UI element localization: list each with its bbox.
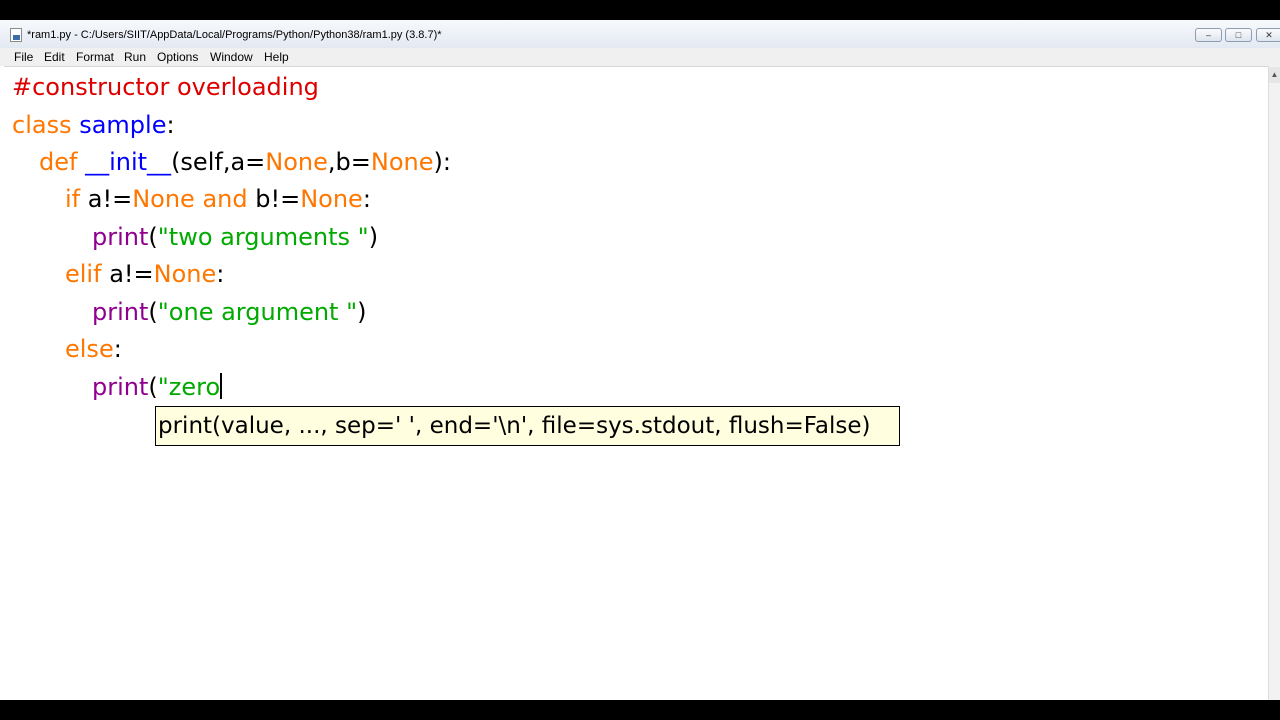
keyword-token: def <box>39 148 78 176</box>
punctuation-token: : <box>113 335 122 363</box>
punctuation-token: ( <box>148 223 158 251</box>
screen-top-bar <box>0 0 1280 20</box>
code-line-4: if a!=None and b!=None: <box>65 184 371 214</box>
string-token: "zero <box>157 373 221 401</box>
menu-edit[interactable]: Edit <box>44 50 65 64</box>
menu-bar: File Edit Format Run Options Window Help <box>0 48 1280 66</box>
menu-format[interactable]: Format <box>76 50 114 64</box>
menu-help[interactable]: Help <box>264 50 289 64</box>
keyword-token: else <box>65 335 114 363</box>
function-name-token: __init__ <box>85 148 172 176</box>
class-name-token: sample <box>79 111 167 139</box>
string-token: "two arguments " <box>157 223 369 251</box>
menu-file[interactable]: File <box>14 50 33 64</box>
window-title: *ram1.py - C:/Users/SIIT/AppData/Local/P… <box>27 29 442 41</box>
code-line-6: elif a!=None: <box>65 259 224 289</box>
code-line-5: print("two arguments ") <box>92 222 378 252</box>
none-token: None <box>132 185 195 213</box>
menu-options[interactable]: Options <box>157 50 198 64</box>
keyword-token: class <box>12 111 72 139</box>
code-line-8: else: <box>65 334 122 364</box>
scroll-up-arrow-icon[interactable]: ▲ <box>1269 67 1280 83</box>
code-line-7: print("one argument ") <box>92 297 367 327</box>
expr-token: a!= <box>80 185 133 213</box>
expr-token: b!= <box>247 185 301 213</box>
close-button[interactable]: ✕ <box>1256 28 1280 42</box>
params-token: (self,a= <box>171 148 266 176</box>
punctuation-token: ( <box>148 298 158 326</box>
punctuation-token: : <box>362 185 371 213</box>
none-token: None <box>153 260 217 288</box>
punctuation-token: : <box>166 111 175 139</box>
menu-window[interactable]: Window <box>210 50 253 64</box>
comment-token: #constructor overloading <box>12 73 319 101</box>
builtin-token: print <box>92 373 149 401</box>
punctuation-token: : <box>216 260 225 288</box>
params-token: ): <box>433 148 451 176</box>
builtin-token: print <box>92 223 149 251</box>
builtin-token: print <box>92 298 149 326</box>
idle-editor-window: *ram1.py - C:/Users/SIIT/AppData/Local/P… <box>0 20 1280 701</box>
code-line-2: class sample: <box>12 110 175 140</box>
punctuation-token: ) <box>357 298 367 326</box>
screen-bottom-bar <box>0 700 1280 720</box>
punctuation-token: ( <box>148 373 158 401</box>
and-keyword-token: and <box>194 185 248 213</box>
maximize-button[interactable]: □ <box>1225 28 1252 42</box>
text-cursor <box>220 373 223 399</box>
none-token: None <box>370 148 434 176</box>
none-token: None <box>265 148 328 176</box>
string-token: "one argument " <box>157 298 358 326</box>
code-line-9: print("zero <box>92 372 223 402</box>
none-token: None <box>300 185 363 213</box>
code-line-3: def __init__(self,a=None,b=None): <box>39 147 451 177</box>
expr-token: a!= <box>101 260 154 288</box>
code-line-1: #constructor overloading <box>12 72 319 102</box>
params-token: ,b= <box>327 148 371 176</box>
menu-run[interactable]: Run <box>124 50 146 64</box>
keyword-token: elif <box>65 260 102 288</box>
title-bar[interactable]: *ram1.py - C:/Users/SIIT/AppData/Local/P… <box>0 20 1280 49</box>
calltip-tooltip: print(value, ..., sep=' ', end='\n', fil… <box>155 406 900 446</box>
minimize-button[interactable]: – <box>1195 28 1222 42</box>
vertical-scrollbar[interactable] <box>1268 66 1280 700</box>
punctuation-token: ) <box>368 223 379 251</box>
keyword-token: if <box>65 185 81 213</box>
python-file-icon <box>10 28 22 42</box>
